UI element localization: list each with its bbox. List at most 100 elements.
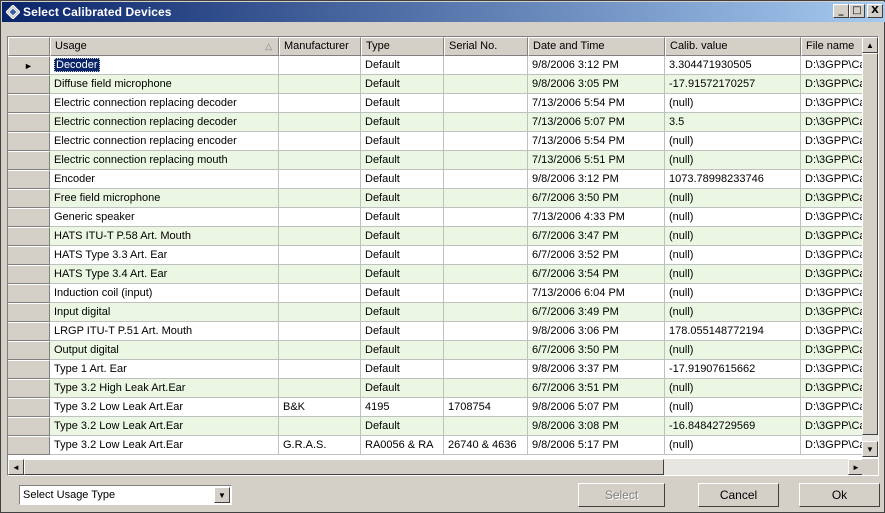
cell-file-name[interactable]: D:\3GPP\Ca xyxy=(801,132,864,151)
cell-serial-no[interactable] xyxy=(444,56,528,75)
cell-usage[interactable]: HATS ITU-T P.58 Art. Mouth xyxy=(50,227,279,246)
row-selector[interactable] xyxy=(8,227,50,246)
table-row[interactable]: HATS ITU-T P.58 Art. Mouth Default 6/7/200… xyxy=(8,227,864,246)
cell-date-time[interactable]: 7/13/2006 6:04 PM xyxy=(528,284,665,303)
cell-file-name[interactable]: D:\3GPP\Ca xyxy=(801,284,864,303)
cell-usage[interactable]: Encoder xyxy=(50,170,279,189)
row-selector[interactable] xyxy=(8,322,50,341)
cell-file-name[interactable]: D:\3GPP\Ca xyxy=(801,341,864,360)
select-button[interactable]: Select xyxy=(578,483,665,507)
cell-calib-value[interactable]: (null) xyxy=(665,227,801,246)
scroll-down-button[interactable]: ▼ xyxy=(862,441,878,457)
cell-serial-no[interactable] xyxy=(444,170,528,189)
row-selector[interactable] xyxy=(8,246,50,265)
cell-calib-value[interactable]: 3.5 xyxy=(665,113,801,132)
cell-type[interactable]: RA0056 & RA xyxy=(361,436,444,455)
cell-type[interactable]: Default xyxy=(361,227,444,246)
table-row[interactable]: Type 3.2 Low Leak Art.Ear Default 9/8/2006… xyxy=(8,417,864,436)
cell-manufacturer[interactable] xyxy=(279,94,361,113)
cell-file-name[interactable]: D:\3GPP\Ca xyxy=(801,75,864,94)
cell-calib-value[interactable]: 178.055148772194 xyxy=(665,322,801,341)
cell-serial-no[interactable] xyxy=(444,227,528,246)
cell-serial-no[interactable] xyxy=(444,417,528,436)
table-row[interactable]: Generic speaker Default 7/13/2006 4:33 PM (… xyxy=(8,208,864,227)
cell-usage[interactable]: Electric connection replacing encoder xyxy=(50,132,279,151)
cell-usage[interactable]: Electric connection replacing decoder xyxy=(50,113,279,132)
row-selector[interactable] xyxy=(8,189,50,208)
cell-date-time[interactable]: 9/8/2006 3:37 PM xyxy=(528,360,665,379)
cell-type[interactable]: Default xyxy=(361,75,444,94)
row-selector[interactable] xyxy=(8,113,50,132)
cell-calib-value[interactable]: (null) xyxy=(665,303,801,322)
cell-serial-no[interactable] xyxy=(444,379,528,398)
cell-serial-no[interactable]: 1708754 xyxy=(444,398,528,417)
horizontal-scrollbar[interactable]: ◄ ► xyxy=(8,459,864,475)
cell-usage[interactable]: HATS Type 3.3 Art. Ear xyxy=(50,246,279,265)
cell-file-name[interactable]: D:\3GPP\Ca xyxy=(801,322,864,341)
cell-calib-value[interactable]: (null) xyxy=(665,379,801,398)
row-selector[interactable] xyxy=(8,132,50,151)
cell-calib-value[interactable]: (null) xyxy=(665,284,801,303)
cell-file-name[interactable]: D:\3GPP\Ca xyxy=(801,265,864,284)
table-row[interactable]: Diffuse field microphone Default 9/8/2006 … xyxy=(8,75,864,94)
column-header-manufacturer[interactable]: Manufacturer xyxy=(279,37,361,56)
cell-type[interactable]: Default xyxy=(361,208,444,227)
cell-type[interactable]: Default xyxy=(361,151,444,170)
row-selector[interactable] xyxy=(8,417,50,436)
cell-calib-value[interactable]: (null) xyxy=(665,208,801,227)
cell-manufacturer[interactable] xyxy=(279,189,361,208)
cell-type[interactable]: Default xyxy=(361,132,444,151)
cell-file-name[interactable]: D:\3GPP\Ca xyxy=(801,379,864,398)
table-row[interactable]: HATS Type 3.4 Art. Ear Default 6/7/2006 3:… xyxy=(8,265,864,284)
dropdown-button[interactable]: ▼ xyxy=(214,487,230,503)
cell-serial-no[interactable]: 26740 & 4636 xyxy=(444,436,528,455)
cell-date-time[interactable]: 6/7/2006 3:54 PM xyxy=(528,265,665,284)
cell-calib-value[interactable]: (null) xyxy=(665,398,801,417)
cell-calib-value[interactable]: (null) xyxy=(665,341,801,360)
cell-type[interactable]: Default xyxy=(361,189,444,208)
cell-manufacturer[interactable] xyxy=(279,132,361,151)
cell-usage[interactable]: Type 3.2 High Leak Art.Ear xyxy=(50,379,279,398)
table-row[interactable]: Electric connection replacing encoder Def… xyxy=(8,132,864,151)
cell-serial-no[interactable] xyxy=(444,303,528,322)
cell-calib-value[interactable]: (null) xyxy=(665,132,801,151)
cell-date-time[interactable]: 9/8/2006 3:12 PM xyxy=(528,56,665,75)
column-header-date-time[interactable]: Date and Time xyxy=(528,37,665,56)
cell-type[interactable]: Default xyxy=(361,170,444,189)
ok-button[interactable]: Ok xyxy=(799,483,880,507)
cell-file-name[interactable]: D:\3GPP\Ca xyxy=(801,113,864,132)
cell-date-time[interactable]: 6/7/2006 3:49 PM xyxy=(528,303,665,322)
cell-usage[interactable]: Output digital xyxy=(50,341,279,360)
column-header-file-name[interactable]: File name xyxy=(801,37,864,56)
cell-type[interactable]: Default xyxy=(361,379,444,398)
table-row[interactable]: Electric connection replacing mouth Defau… xyxy=(8,151,864,170)
table-row[interactable]: Free field microphone Default 6/7/2006 3:5… xyxy=(8,189,864,208)
cell-usage[interactable]: Free field microphone xyxy=(50,189,279,208)
cell-file-name[interactable]: D:\3GPP\Ca xyxy=(801,170,864,189)
cell-calib-value[interactable]: (null) xyxy=(665,265,801,284)
cell-usage[interactable]: Induction coil (input) xyxy=(50,284,279,303)
cell-calib-value[interactable]: 1073.78998233746 xyxy=(665,170,801,189)
cell-serial-no[interactable] xyxy=(444,151,528,170)
table-row[interactable]: Induction coil (input) Default 7/13/2006 6… xyxy=(8,284,864,303)
cell-file-name[interactable]: D:\3GPP\Ca xyxy=(801,189,864,208)
cell-calib-value[interactable]: (null) xyxy=(665,94,801,113)
cell-serial-no[interactable] xyxy=(444,322,528,341)
cell-manufacturer[interactable]: B&K xyxy=(279,398,361,417)
cell-file-name[interactable]: D:\3GPP\Ca xyxy=(801,208,864,227)
table-row[interactable]: Electric connection replacing decoder Def… xyxy=(8,94,864,113)
row-selector[interactable] xyxy=(8,284,50,303)
cell-calib-value[interactable]: (null) xyxy=(665,246,801,265)
cell-date-time[interactable]: 6/7/2006 3:51 PM xyxy=(528,379,665,398)
cell-date-time[interactable]: 6/7/2006 3:50 PM xyxy=(528,341,665,360)
cell-serial-no[interactable] xyxy=(444,208,528,227)
cell-file-name[interactable]: D:\3GPP\Ca xyxy=(801,398,864,417)
row-selector[interactable] xyxy=(8,398,50,417)
cell-file-name[interactable]: D:\3GPP\Ca xyxy=(801,94,864,113)
cell-serial-no[interactable] xyxy=(444,75,528,94)
row-selector[interactable] xyxy=(8,379,50,398)
table-row[interactable]: Type 3.2 Low Leak Art.Ear B&K 4195 1708754 9… xyxy=(8,398,864,417)
cell-date-time[interactable]: 9/8/2006 5:07 PM xyxy=(528,398,665,417)
column-header-usage[interactable]: Usage △ xyxy=(50,37,279,56)
cell-type[interactable]: Default xyxy=(361,246,444,265)
